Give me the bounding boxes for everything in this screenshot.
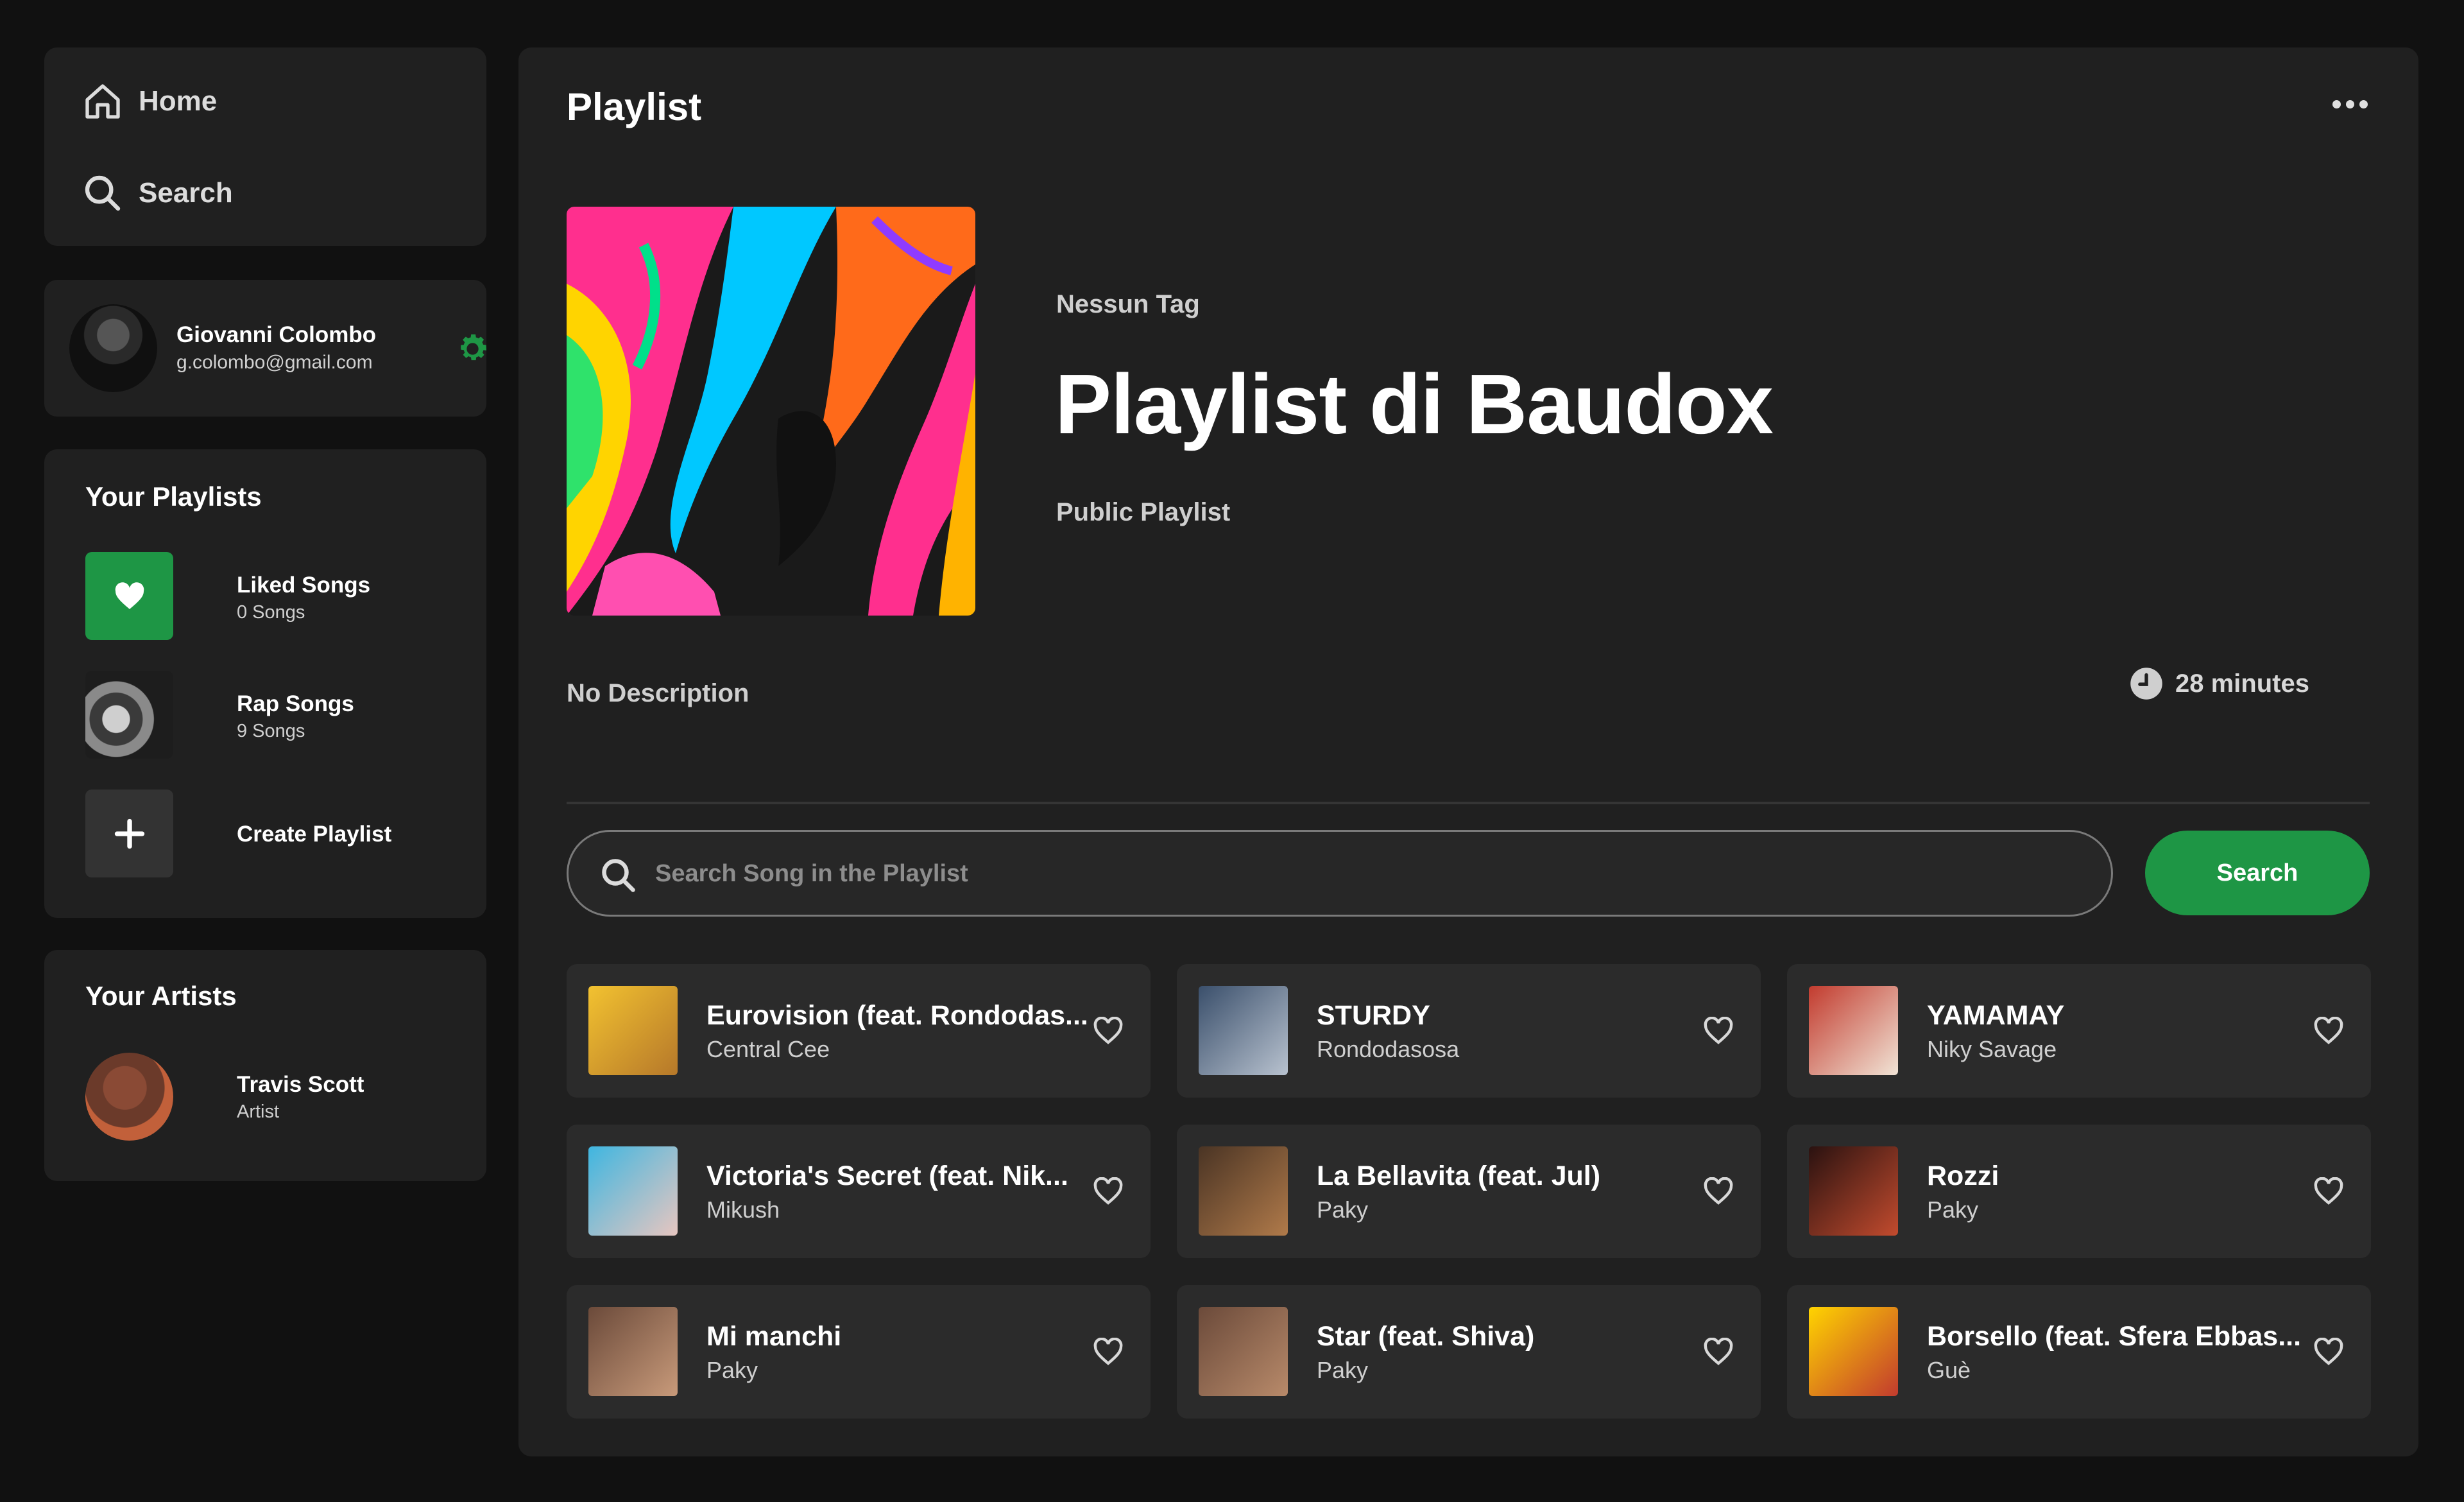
more-options-icon[interactable]	[2332, 100, 2375, 114]
nav-card: Home Search	[44, 47, 486, 246]
song-card[interactable]: Rozzi Paky	[1787, 1125, 2371, 1258]
playlist-count: 9 Songs	[237, 721, 305, 741]
gear-icon[interactable]	[455, 331, 490, 367]
song-cover	[1199, 986, 1288, 1075]
rap-songs-thumb	[85, 671, 173, 759]
song-cover	[1199, 1307, 1288, 1396]
nav-search[interactable]: Search	[82, 168, 233, 219]
artists-title: Your Artists	[85, 981, 237, 1011]
song-card[interactable]: Eurovision (feat. Rondodas... Central Ce…	[567, 964, 1151, 1098]
song-card[interactable]: Mi manchi Paky	[567, 1285, 1151, 1419]
liked-songs-thumb	[85, 552, 173, 640]
playlists-title: Your Playlists	[85, 481, 262, 512]
profile-name: Giovanni Colombo	[176, 322, 377, 347]
playlist-tag: Nessun Tag	[1056, 290, 1200, 318]
app: Home Search Giovanni Colombo g.colombo@g…	[0, 0, 2464, 1502]
artists-card: Your Artists Travis Scott Artist	[44, 950, 486, 1181]
playlist-item-liked[interactable]: Liked Songs 0 Songs	[85, 552, 470, 640]
artist-avatar[interactable]	[85, 1053, 173, 1141]
search-icon	[602, 859, 635, 892]
playlist-title: Playlist di Baudox	[1055, 357, 1774, 451]
song-artist: Paky	[1317, 1196, 1369, 1223]
song-artist: Mikush	[706, 1196, 780, 1223]
plus-icon	[85, 790, 173, 877]
song-title: Star (feat. Shiva)	[1317, 1321, 1535, 1352]
heart-icon[interactable]	[1093, 1017, 1124, 1045]
divider	[567, 802, 2370, 804]
playlist-name: Liked Songs	[237, 573, 371, 598]
song-card[interactable]: Victoria's Secret (feat. Nik... Mikush	[567, 1125, 1151, 1258]
song-cover	[1809, 1146, 1898, 1236]
heart-icon[interactable]	[1703, 1017, 1734, 1045]
song-artist: Central Cee	[706, 1036, 830, 1062]
song-cover	[588, 1146, 678, 1236]
song-artist: Paky	[706, 1357, 758, 1383]
heart-icon[interactable]	[1703, 1338, 1734, 1366]
playlist-count: 0 Songs	[237, 602, 305, 623]
song-artist: Guè	[1927, 1357, 1971, 1383]
heart-icon[interactable]	[1093, 1338, 1124, 1366]
song-cover	[588, 986, 678, 1075]
song-card[interactable]: Borsello (feat. Sfera Ebbas... Guè	[1787, 1285, 2371, 1419]
create-playlist-button[interactable]: Create Playlist	[85, 790, 470, 877]
heart-icon[interactable]	[1703, 1177, 1734, 1205]
nav-search-label: Search	[139, 177, 233, 209]
nav-home[interactable]: Home	[82, 76, 217, 127]
heart-icon[interactable]	[2313, 1338, 2344, 1366]
song-cover	[588, 1307, 678, 1396]
search-icon	[85, 175, 121, 211]
playlist-cover	[567, 207, 975, 616]
profile-card: Giovanni Colombo g.colombo@gmail.com	[44, 280, 487, 417]
playlists-card: Your Playlists Liked Songs 0 Songs Rap S…	[44, 449, 486, 918]
song-title: Borsello (feat. Sfera Ebbas...	[1927, 1321, 2302, 1352]
song-title: Mi manchi	[706, 1321, 842, 1352]
song-title: Rozzi	[1927, 1161, 1999, 1191]
song-artist: Paky	[1927, 1196, 1979, 1223]
playlist-name: Rap Songs	[237, 691, 354, 716]
heart-icon[interactable]	[2313, 1177, 2344, 1205]
song-card[interactable]: YAMAMAY Niky Savage	[1787, 964, 2371, 1098]
playlist-visibility: Public Playlist	[1056, 498, 1231, 526]
main-panel: Playlist Nessun Tag Playlist di Baudox P…	[518, 47, 2418, 1456]
song-title: Eurovision (feat. Rondodas...	[706, 1000, 1088, 1031]
song-artist: Rondodasosa	[1317, 1036, 1460, 1062]
song-title: La Bellavita (feat. Jul)	[1317, 1161, 1601, 1191]
song-cover	[1809, 986, 1898, 1075]
song-title: YAMAMAY	[1927, 1000, 2065, 1031]
profile-email: g.colombo@gmail.com	[176, 352, 373, 373]
song-title: STURDY	[1317, 1000, 1430, 1031]
playlist-duration: 28 minutes	[2129, 666, 2309, 701]
avatar[interactable]	[69, 304, 157, 392]
search-button[interactable]: Search	[2145, 831, 2370, 915]
song-cover	[1809, 1307, 1898, 1396]
playlist-description: No Description	[567, 679, 749, 707]
create-playlist-label: Create Playlist	[237, 822, 392, 847]
page-title: Playlist	[567, 85, 702, 128]
song-card[interactable]: Star (feat. Shiva) Paky	[1177, 1285, 1761, 1419]
artist-name[interactable]: Travis Scott	[237, 1072, 364, 1098]
clock-icon	[2130, 668, 2162, 700]
heart-icon	[115, 582, 144, 609]
song-artist: Niky Savage	[1927, 1036, 2057, 1062]
artist-role: Artist	[237, 1101, 280, 1122]
duration-label: 28 minutes	[2175, 669, 2309, 698]
song-search-input[interactable]	[655, 851, 2067, 896]
song-search-box	[567, 830, 2113, 917]
song-title: Victoria's Secret (feat. Nik...	[706, 1161, 1068, 1191]
song-artist: Paky	[1317, 1357, 1369, 1383]
heart-icon[interactable]	[2313, 1017, 2344, 1045]
heart-icon[interactable]	[1093, 1177, 1124, 1205]
nav-home-label: Home	[139, 85, 218, 117]
song-card[interactable]: La Bellavita (feat. Jul) Paky	[1177, 1125, 1761, 1258]
playlist-item-rap[interactable]: Rap Songs 9 Songs	[85, 671, 470, 759]
home-icon	[85, 84, 120, 119]
song-card[interactable]: STURDY Rondodasosa	[1177, 964, 1761, 1098]
song-cover	[1199, 1146, 1288, 1236]
